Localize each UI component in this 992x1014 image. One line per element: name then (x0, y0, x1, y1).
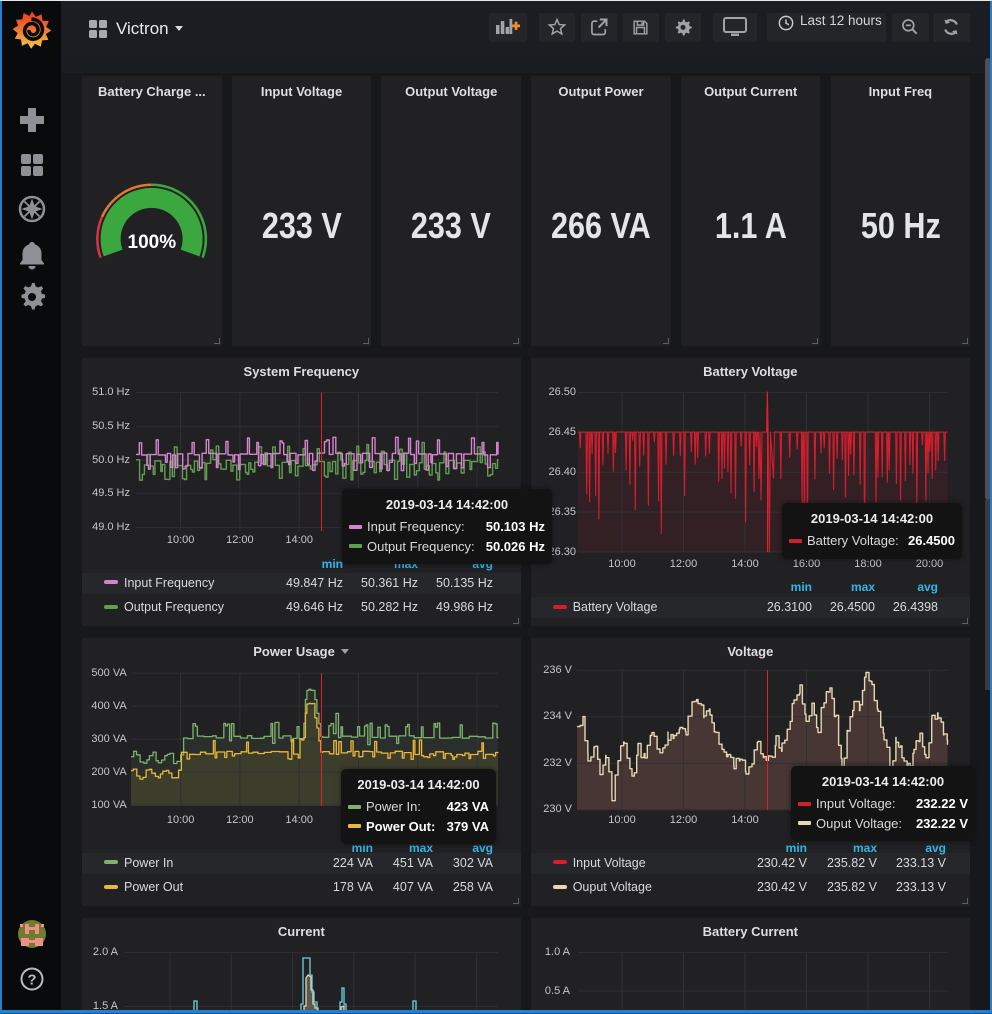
svg-text:?: ? (27, 972, 36, 989)
